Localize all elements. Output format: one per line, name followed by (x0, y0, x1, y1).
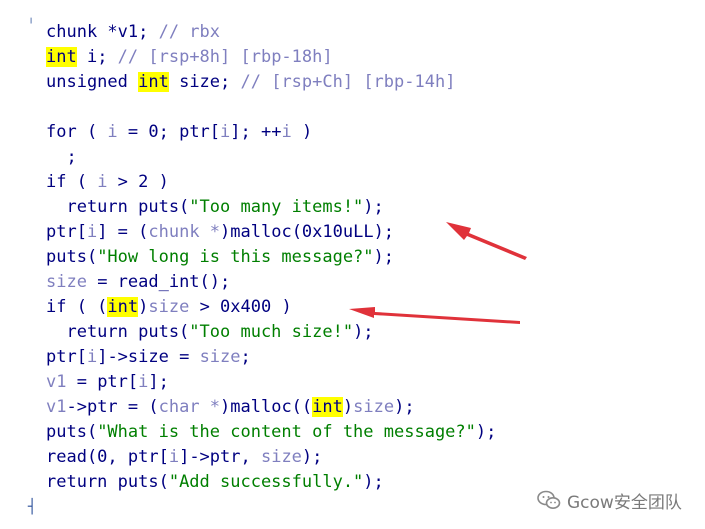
annotation-arrows (349, 222, 527, 324)
watermark-text: Gcow安全团队 (567, 492, 682, 513)
wechat-icon (537, 490, 561, 509)
watermark: Gcow安全团队 (537, 486, 682, 514)
annotation-arrow-2 (349, 307, 520, 324)
annotation-arrow-1 (446, 222, 527, 260)
